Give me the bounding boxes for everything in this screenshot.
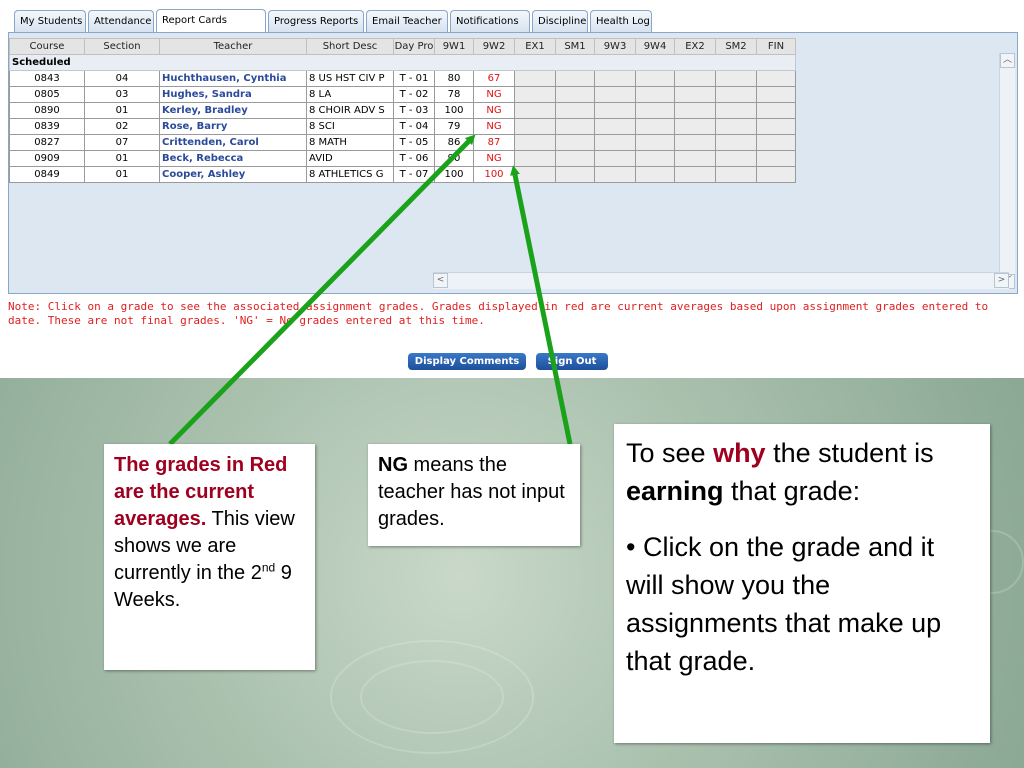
callout1-sup: nd [261, 560, 276, 575]
callout3-heading: To see why the student is earning that g… [626, 438, 934, 506]
callout3-bullet: • Click on the grade and it will show yo… [626, 532, 942, 676]
callout2-bold: NG [378, 454, 408, 476]
arrow-to-red-grade [168, 134, 476, 446]
callout-ng-meaning: NG means the teacher has not input grade… [368, 444, 580, 546]
callout-current-averages: The grades in Red are the current averag… [104, 444, 315, 670]
arrow-to-ng-grade [510, 165, 573, 445]
callout-instructions: To see why the student is earning that g… [614, 424, 990, 743]
